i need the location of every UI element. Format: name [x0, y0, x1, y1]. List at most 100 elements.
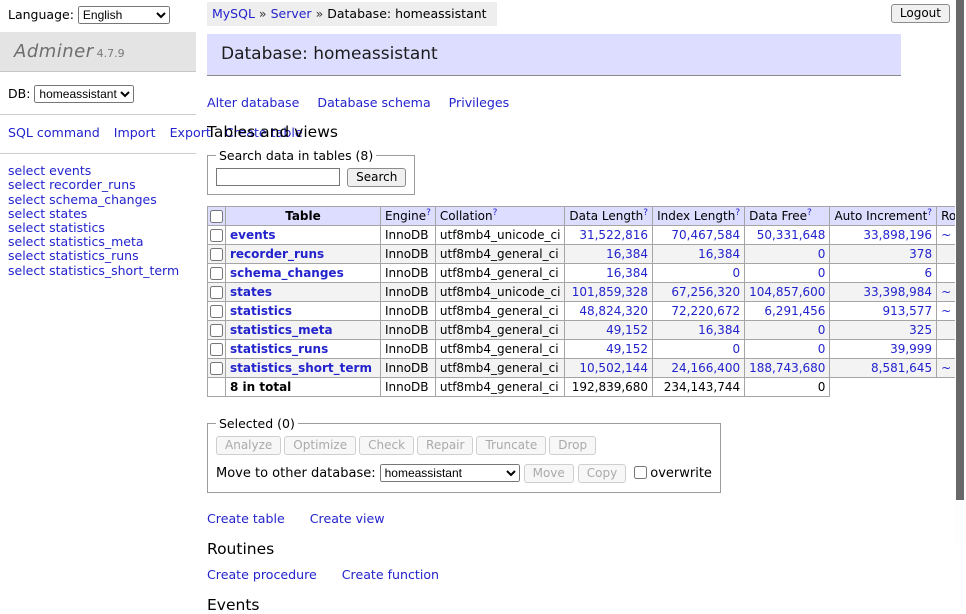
- sidebar-link-export[interactable]: Export: [170, 125, 211, 140]
- index-length-link[interactable]: 24,166,400: [671, 361, 740, 375]
- select-link-statistics-short-term[interactable]: select: [8, 263, 45, 278]
- index-length-link[interactable]: 16,384: [698, 247, 740, 261]
- analyze-button[interactable]: Analyze: [216, 436, 281, 455]
- column-help-link[interactable]: ?: [927, 208, 932, 218]
- overwrite-checkbox[interactable]: [634, 466, 647, 479]
- search-input[interactable]: [216, 168, 340, 186]
- row-checkbox-recorder-runs[interactable]: [210, 248, 223, 261]
- create-procedure-link[interactable]: Create procedure: [207, 567, 317, 582]
- data-free-link[interactable]: 50,331,648: [757, 228, 826, 242]
- grid-table-link-statistics[interactable]: statistics: [230, 304, 292, 318]
- data-free-link[interactable]: 104,857,600: [749, 285, 825, 299]
- data-free-link[interactable]: 0: [818, 266, 826, 280]
- table-link-recorder-runs[interactable]: recorder_runs: [49, 177, 136, 192]
- truncate-button[interactable]: Truncate: [476, 436, 546, 455]
- table-link-statistics-meta[interactable]: statistics_meta: [49, 234, 143, 249]
- table-link-statistics-short-term[interactable]: statistics_short_term: [49, 263, 179, 278]
- sidebar-link-sql-command[interactable]: SQL command: [8, 125, 100, 140]
- data-length-link[interactable]: 49,152: [606, 323, 648, 337]
- index-length-link[interactable]: 0: [732, 342, 740, 356]
- select-link-statistics[interactable]: select: [8, 220, 45, 235]
- auto-increment-link[interactable]: 8,581,645: [871, 361, 932, 375]
- grid-table-link-recorder-runs[interactable]: recorder_runs: [230, 247, 324, 261]
- optimize-button[interactable]: Optimize: [284, 436, 356, 455]
- repair-button[interactable]: Repair: [417, 436, 473, 455]
- row-checkbox-statistics[interactable]: [210, 305, 223, 318]
- row-checkbox-states[interactable]: [210, 286, 223, 299]
- select-link-statistics-meta[interactable]: select: [8, 234, 45, 249]
- move-button[interactable]: Move: [524, 464, 574, 483]
- auto-increment-link[interactable]: 33,898,196: [863, 228, 932, 242]
- row-checkbox-statistics-short-term[interactable]: [210, 362, 223, 375]
- column-help-link[interactable]: ?: [426, 208, 431, 218]
- table-link-schema-changes[interactable]: schema_changes: [49, 192, 157, 207]
- page-scrollbar[interactable]: [955, 0, 966, 543]
- select-all-checkbox[interactable]: [210, 210, 223, 223]
- copy-button[interactable]: Copy: [578, 464, 626, 483]
- data-length-link[interactable]: 49,152: [606, 342, 648, 356]
- row-checkbox-schema-changes[interactable]: [210, 267, 223, 280]
- grid-table-link-statistics-meta[interactable]: statistics_meta: [230, 323, 333, 337]
- row-checkbox-events[interactable]: [210, 229, 223, 242]
- grid-table-link-states[interactable]: states: [230, 285, 272, 299]
- data-free-link[interactable]: 0: [818, 342, 826, 356]
- logout-button[interactable]: Logout: [891, 4, 950, 23]
- column-help-link[interactable]: ?: [493, 208, 498, 218]
- index-length-link[interactable]: 0: [732, 266, 740, 280]
- nav-link-alter-database[interactable]: Alter database: [207, 95, 299, 110]
- column-help-link[interactable]: ?: [807, 208, 812, 218]
- data-length-link[interactable]: 10,502,144: [579, 361, 648, 375]
- auto-increment-link[interactable]: 39,999: [890, 342, 932, 356]
- column-help-link[interactable]: ?: [735, 208, 740, 218]
- select-link-states[interactable]: select: [8, 206, 45, 221]
- sidebar-link-import[interactable]: Import: [114, 125, 156, 140]
- drop-button[interactable]: Drop: [549, 436, 596, 455]
- column-help-link[interactable]: ?: [643, 208, 648, 218]
- move-db-select[interactable]: homeassistant: [380, 464, 520, 482]
- select-link-schema-changes[interactable]: select: [8, 192, 45, 207]
- table-link-states[interactable]: states: [49, 206, 87, 221]
- breadcrumb-link-mysql[interactable]: MySQL: [212, 6, 255, 21]
- data-length-link[interactable]: 101,859,328: [572, 285, 648, 299]
- data-free-link[interactable]: 6,291,456: [764, 304, 825, 318]
- data-length-link[interactable]: 31,522,816: [579, 228, 648, 242]
- data-free-link[interactable]: 0: [818, 247, 826, 261]
- grid-table-link-statistics-short-term[interactable]: statistics_short_term: [230, 361, 372, 375]
- select-link-statistics-runs[interactable]: select: [8, 248, 45, 263]
- nav-link-privileges[interactable]: Privileges: [449, 95, 510, 110]
- index-length-link[interactable]: 72,220,672: [671, 304, 740, 318]
- data-free-link[interactable]: 188,743,680: [749, 361, 825, 375]
- search-button[interactable]: Search: [347, 168, 406, 187]
- table-link-statistics[interactable]: statistics: [49, 220, 105, 235]
- auto-increment-link[interactable]: 33,398,984: [863, 285, 932, 299]
- grid-table-link-schema-changes[interactable]: schema_changes: [230, 266, 344, 280]
- data-free-link[interactable]: 0: [818, 323, 826, 337]
- data-length-link[interactable]: 16,384: [606, 266, 648, 280]
- row-checkbox-statistics-meta[interactable]: [210, 324, 223, 337]
- language-select[interactable]: English: [78, 6, 170, 24]
- data-length-link[interactable]: 16,384: [606, 247, 648, 261]
- db-select[interactable]: homeassistant: [34, 85, 134, 103]
- create-function-link[interactable]: Create function: [342, 567, 439, 582]
- grid-table-link-statistics-runs[interactable]: statistics_runs: [230, 342, 328, 356]
- table-link-statistics-runs[interactable]: statistics_runs: [49, 248, 138, 263]
- breadcrumb-link-server[interactable]: Server: [271, 6, 312, 21]
- auto-increment-link[interactable]: 913,577: [882, 304, 932, 318]
- grid-table-link-events[interactable]: events: [230, 228, 276, 242]
- index-length-link[interactable]: 16,384: [698, 323, 740, 337]
- nav-link-database-schema[interactable]: Database schema: [317, 95, 430, 110]
- auto-increment-link[interactable]: 6: [924, 266, 932, 280]
- select-link-recorder-runs[interactable]: select: [8, 177, 45, 192]
- create-view-link[interactable]: Create view: [310, 511, 385, 526]
- data-length-link[interactable]: 48,824,320: [579, 304, 648, 318]
- check-button[interactable]: Check: [359, 436, 414, 455]
- row-checkbox-statistics-runs[interactable]: [210, 343, 223, 356]
- auto-increment-link[interactable]: 325: [909, 323, 932, 337]
- create-table-link[interactable]: Create table: [207, 511, 285, 526]
- index-length-link[interactable]: 70,467,584: [671, 228, 740, 242]
- table-link-events[interactable]: events: [49, 163, 91, 178]
- scrollbar-thumb[interactable]: [956, 0, 964, 500]
- index-length-link[interactable]: 67,256,320: [671, 285, 740, 299]
- select-link-events[interactable]: select: [8, 163, 45, 178]
- auto-increment-link[interactable]: 378: [909, 247, 932, 261]
